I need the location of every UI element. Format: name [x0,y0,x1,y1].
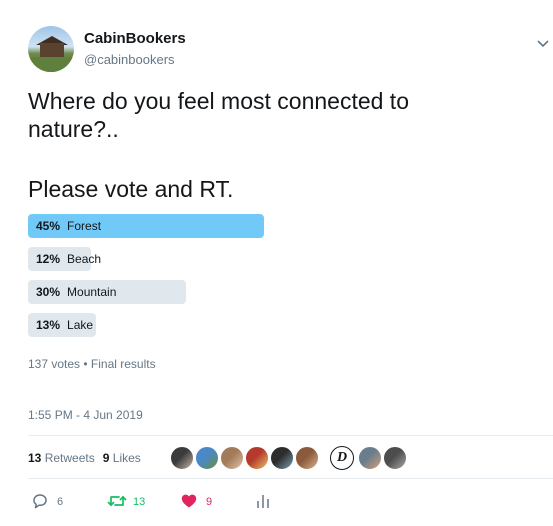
liker-avatar[interactable] [245,446,269,470]
divider [28,478,553,479]
liker-avatar[interactable] [170,446,194,470]
avatar-cabin [40,43,64,57]
poll-option-text: Beach [67,252,102,266]
liker-avatar[interactable] [195,446,219,470]
liker-avatar[interactable] [358,446,382,470]
poll-option-label: 30% Mountain [36,285,116,299]
poll-option-text: Forest [67,219,102,233]
tweet-text-line: Please vote and RT. [28,176,234,202]
liker-avatar[interactable]: D [330,446,354,470]
avatar-grass [28,57,74,72]
liker-avatar[interactable] [220,446,244,470]
retweet-icon [107,495,127,507]
likes-stat[interactable]: 9 Likes [103,451,141,465]
tweet-text-line: Where do you feel most connected to natu… [28,88,409,142]
divider [28,435,553,436]
liker-avatar[interactable] [295,446,319,470]
analytics-icon [257,495,269,508]
retweets-count: 13 [28,451,42,465]
liker-avatar[interactable] [270,446,294,470]
poll-option-percent: 12% [36,252,61,266]
poll-meta: 137 votes • Final results [28,357,156,371]
reply-count: 6 [57,496,64,508]
retweet-count: 13 [133,496,146,508]
likes-label: Likes [112,451,141,465]
liker-avatar[interactable] [383,446,407,470]
likes-count: 9 [102,451,110,465]
reply-icon [33,494,47,509]
tweet-text: Where do you feel most connected to natu… [28,87,528,203]
poll-option-text: Mountain [67,285,117,299]
account-handle[interactable]: @cabinbookers [84,52,175,67]
engagement-stats: 13 Retweets 9 Likes [28,451,141,465]
chevron-down-icon[interactable] [536,38,550,48]
display-name[interactable]: CabinBookers [84,30,186,47]
retweets-stat[interactable]: 13 Retweets [28,451,95,465]
poll-option-percent: 45% [36,219,61,233]
timestamp[interactable]: 1:55 PM - 4 Jun 2019 [28,408,143,422]
retweets-label: Retweets [44,451,95,465]
like-count: 9 [206,496,213,508]
poll-option-label: 12% Beach [36,252,101,266]
poll-option-label: 13% Lake [36,318,93,332]
poll-option-label: 45% Forest [36,219,101,233]
heart-icon [181,494,197,508]
avatar[interactable] [28,26,74,72]
poll-option-text: Lake [67,318,94,332]
poll-option-percent: 30% [36,285,61,299]
poll-option-percent: 13% [36,318,61,332]
